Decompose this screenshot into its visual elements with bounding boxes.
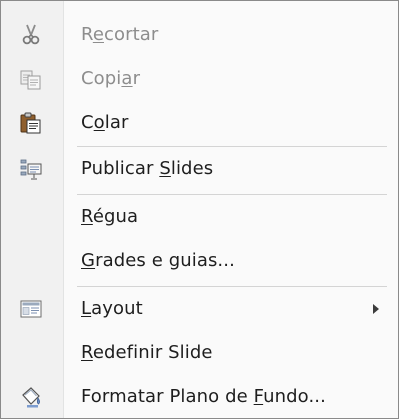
menu-item-label: Redefinir Slide (81, 342, 213, 363)
paste-icon (19, 111, 43, 135)
menu-item-reset-slide[interactable]: Redefinir Slide (1, 331, 398, 375)
menu-item-label: Copiar (81, 68, 141, 89)
menu-item-label: Publicar Slides (81, 158, 214, 179)
scissors-icon (19, 23, 43, 47)
menu-item-publish-slides[interactable]: Publicar Slides (1, 147, 398, 191)
submenu-arrow-icon (373, 304, 379, 314)
copy-icon (19, 67, 43, 91)
menu-item-label: Formatar Plano de Fundo... (81, 386, 326, 407)
menu-item-copy[interactable]: Copiar (1, 57, 398, 101)
menu-item-label: Grades e guias... (81, 250, 235, 271)
menu-item-layout[interactable]: Layout (1, 287, 398, 331)
menu-item-label: Recortar (81, 24, 159, 45)
menu-item-label: Régua (81, 206, 139, 227)
menu-item-grids-guides[interactable]: Grades e guias... (1, 239, 398, 283)
menu-item-ruler[interactable]: Régua (1, 195, 398, 239)
menu-item-paste[interactable]: Colar (1, 101, 398, 145)
menu-item-cut[interactable]: Recortar (1, 13, 398, 57)
publish-slides-icon (19, 157, 43, 181)
menu-item-label: Layout (81, 298, 143, 319)
menu-item-label: Colar (81, 112, 129, 133)
context-menu: Recortar Copiar Colar Publicar Slides Ré… (0, 0, 399, 419)
layout-icon (19, 297, 43, 321)
menu-item-format-background[interactable]: Formatar Plano de Fundo... (1, 375, 398, 419)
format-background-icon (19, 385, 43, 409)
